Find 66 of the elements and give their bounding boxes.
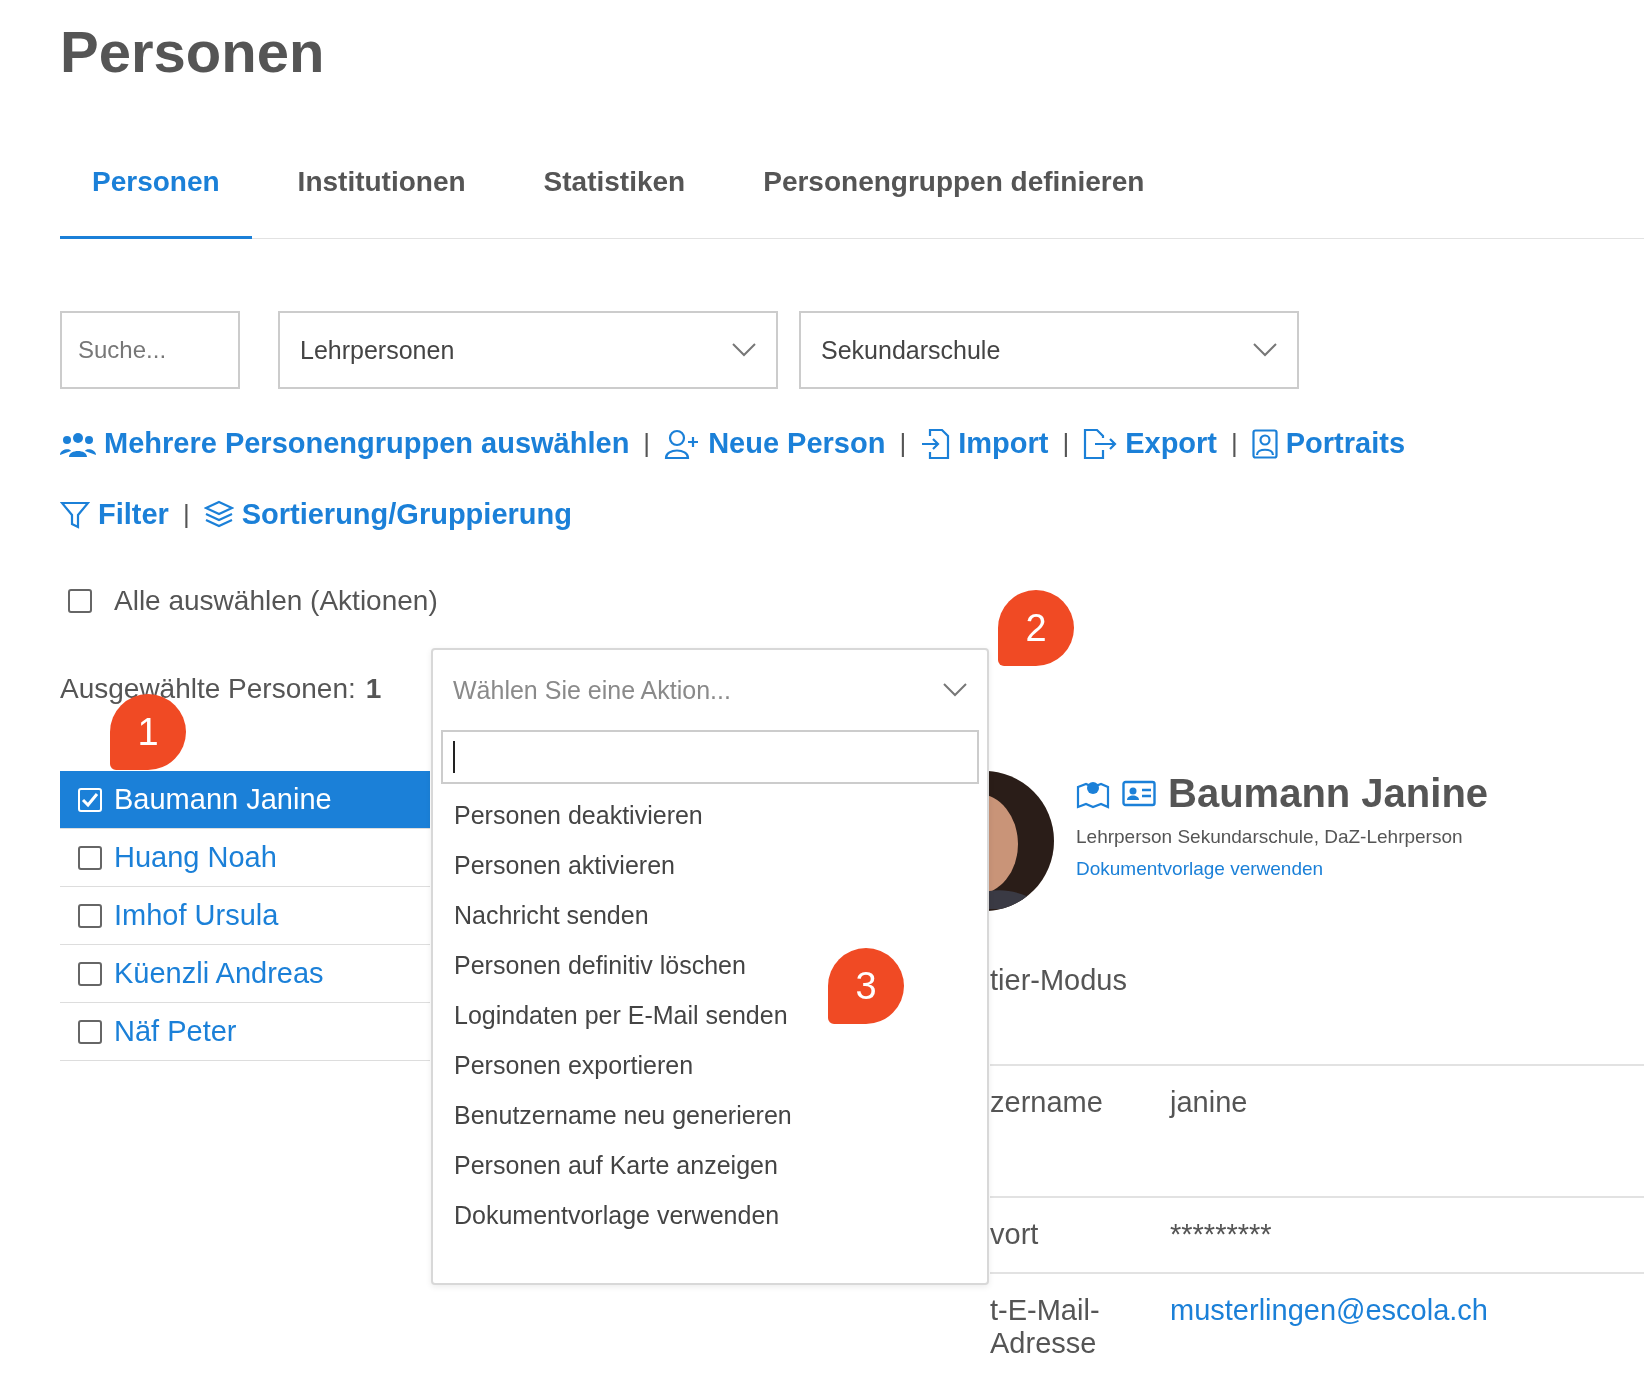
dropdown-option[interactable]: Personen auf Karte anzeigen [454,1140,778,1190]
filter-icon [60,499,90,530]
person-name-heading: Baumann Janine [1168,771,1489,816]
action-link[interactable]: Import [920,427,1049,460]
action-link[interactable]: Neue Person [664,427,886,460]
separator: | [899,428,907,459]
field-label: vort [990,1218,1040,1252]
person-roles: Lehrperson Sekundarschule, DaZ-Lehrperson [1076,826,1464,848]
layers-icon [203,499,234,530]
person-name: Huang Noah [114,841,277,874]
action-link[interactable]: Filter [60,498,169,531]
tab[interactable]: Statistiken [511,146,718,239]
person-name: Baumann Janine [114,783,332,816]
dropdown-option[interactable]: Personen definitiv löschen [454,940,746,990]
checkbox[interactable] [68,589,92,613]
dropdown-option[interactable]: Benutzername neu generieren [454,1090,792,1140]
separator: | [182,499,190,530]
action-link[interactable]: Portraits [1251,427,1406,460]
person-name: Näf Peter [114,1015,237,1048]
action-link[interactable]: Mehrere Personengruppen auswählen [60,427,630,460]
filter-select[interactable]: Lehrpersonen [278,311,778,389]
portrait-icon [1251,428,1278,459]
checkbox[interactable] [78,845,102,870]
separator: | [643,428,651,459]
dropdown-option[interactable]: Nachricht senden [454,890,649,940]
dropdown-option[interactable]: Personen deaktivieren [454,790,703,840]
search-field[interactable]: Suche... [60,311,240,389]
selection-count: 1 [365,673,382,705]
field-label: t-E-Mail-Adresse [990,1294,1101,1360]
dropdown-option[interactable]: Personen exportieren [454,1040,694,1090]
chevron-down-icon [943,683,967,697]
email-link[interactable]: musterlingen@escola.ch [1170,1294,1488,1360]
action-link[interactable]: Sortierung/Gruppierung [203,498,572,531]
action-link[interactable]: Export [1083,427,1217,460]
dropdown-search-field[interactable] [441,730,979,784]
file-export-icon [1083,427,1118,460]
step-marker: 2 [998,590,1074,666]
dropdown-option[interactable]: Personen aktivieren [454,840,675,890]
dropdown-placeholder: Wählen Sie eine Aktion... [453,675,731,705]
separator: | [1062,428,1070,459]
dropdown-option[interactable]: Dokumentvorlage verwenden [454,1190,780,1240]
add-user-icon [664,428,701,459]
document-template-link[interactable]: Dokumentvorlage verwenden [1076,858,1489,880]
field-label: zername [990,1086,1104,1120]
separator: | [1231,428,1238,459]
chevron-down-icon [732,343,756,357]
tab[interactable]: Personengruppen definieren [731,146,1177,239]
action-dropdown[interactable] [431,648,989,1285]
filter-select[interactable]: Sekundarschule [799,311,1299,389]
person-name: Küenzli Andreas [114,957,324,990]
dropdown-option[interactable]: Logindaten per E-Mail senden [454,990,788,1040]
checkbox[interactable] [78,903,102,928]
field-value: ********* [1170,1218,1272,1252]
tab[interactable]: Institutionen [265,146,498,239]
checkbox-label: Alle auswählen (Aktionen) [114,585,438,617]
checkbox[interactable] [78,1019,102,1044]
field-value: janine [1170,1086,1248,1120]
id-card-icon [1122,779,1156,808]
file-import-icon [920,427,951,460]
chevron-down-icon [1253,343,1277,357]
person-name: Imhof Ursula [114,899,279,932]
person-row[interactable]: Baumann Janine [60,771,430,829]
mode-label: tier-Modus [990,964,1128,998]
checkbox[interactable] [78,961,102,986]
page-title: Personen [60,18,326,86]
tab[interactable]: Personen [60,146,252,239]
